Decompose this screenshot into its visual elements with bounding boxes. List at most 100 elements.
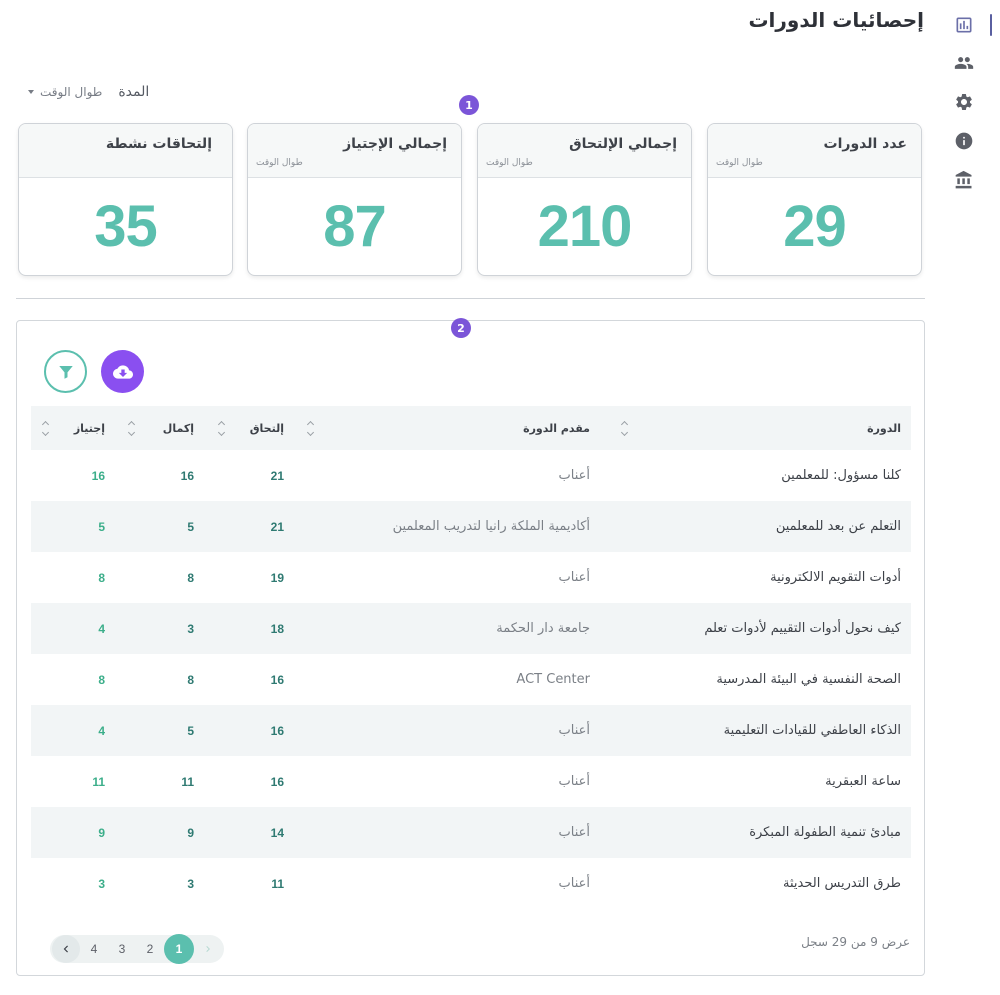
table-row[interactable]: أدوات التقويم الالكترونية أعناب 19 8 8 [31,552,911,603]
table-header: الدورة مقدم الدورة إلتحاق إكمال إجتياز [31,406,911,450]
course-name: ساعة العبقرية [825,774,901,789]
course-provider: أعناب [558,570,591,585]
page-3[interactable]: 3 [108,935,136,963]
course-provider: أعناب [558,468,591,483]
people-icon [954,57,974,69]
passed-count: 16 [91,468,105,483]
courses-table-panel: الدورة مقدم الدورة إلتحاق إكمال إجتياز ك… [16,320,925,976]
col-passed-label: إجتياز [73,421,105,435]
side-nav [928,0,1000,995]
enrolled-count: 16 [270,774,284,789]
col-completed: إكمال [163,406,194,450]
completed-count: 9 [187,825,194,840]
table-row[interactable]: كيف نحول أدوات التقييم لأدوات تعلم جامعة… [31,603,911,654]
card-subtitle: طوال الوقت [716,158,763,168]
page-4[interactable]: 4 [80,935,108,963]
card-title: إجمالي الإجتياز [343,136,447,152]
nav-settings[interactable] [948,86,980,118]
col-passed-sort[interactable] [40,406,50,450]
cloud-download-icon [112,364,133,379]
bar-chart-icon [956,17,972,33]
col-provider: مقدم الدورة [523,406,590,450]
completed-count: 8 [187,672,194,687]
nav-info[interactable] [948,125,980,157]
completed-count: 8 [187,570,194,585]
enrolled-count: 16 [270,723,284,738]
passed-count: 11 [92,774,105,789]
card-header: إجمالي الإلتحاق طوال الوقت [478,124,691,178]
card-value: 87 [323,194,387,259]
course-provider: جامعة دار الحكمة [496,621,590,636]
nav-users[interactable] [948,47,980,79]
completed-count: 11 [181,774,194,789]
course-provider: ACT Center [516,672,590,687]
card-title: إجمالي الإلتحاق [569,136,677,152]
table-row[interactable]: ساعة العبقرية أعناب 16 11 11 [31,756,911,807]
col-enrolled-label: إلتحاق [249,421,284,435]
passed-count: 9 [98,825,105,840]
course-name: طرق التدريس الحديثة [783,876,901,891]
sort-icon [619,420,629,436]
col-course: الدورة [867,406,901,450]
table-row[interactable]: الذكاء العاطفي للقيادات التعليمية أعناب … [31,705,911,756]
card-subtitle: طوال الوقت [256,158,303,168]
records-summary: عرض 9 من 29 سجل [801,935,910,949]
gear-icon [956,94,972,110]
period-label: المدة [118,84,150,100]
next-page-button[interactable] [52,935,80,963]
prev-page-button[interactable] [194,935,222,963]
sort-icon [305,420,315,436]
sort-icon [40,420,50,436]
chevron-right-icon [206,946,210,952]
sort-icon [216,420,226,436]
col-completed-sort[interactable] [126,406,136,450]
download-button[interactable] [101,350,144,393]
col-course-sort[interactable] [619,406,629,450]
nav-statistics[interactable] [948,9,980,41]
info-icon [955,132,973,150]
completed-count: 3 [187,876,194,891]
enrolled-count: 21 [270,519,284,534]
course-provider: أعناب [558,825,591,840]
period-value: طوال الوقت [40,85,103,99]
card-value: 29 [783,194,847,259]
active-indicator [990,14,992,36]
table-row[interactable]: كلنا مسؤول: للمعلمين أعناب 21 16 16 [31,450,911,501]
card-header: إجمالي الإجتياز طوال الوقت [248,124,461,178]
section-divider [16,298,925,299]
table-row[interactable]: الصحة النفسية في البيئة المدرسية ACT Cen… [31,654,911,705]
step-badge-2: 2 [451,318,471,338]
filter-icon [58,365,73,379]
card-value: 210 [537,194,633,259]
filter-button[interactable] [44,350,87,393]
period-select[interactable]: طوال الوقت [28,85,102,99]
completed-count: 3 [187,621,194,636]
col-completed-label: إكمال [162,421,194,435]
chevron-left-icon [63,945,68,953]
table-row[interactable]: مبادئ تنمية الطفولة المبكرة أعناب 14 9 9 [31,807,911,858]
completed-count: 5 [187,723,194,738]
step-badge-1: 1 [459,95,479,115]
col-provider-label: مقدم الدورة [523,421,590,435]
stat-card-courses: عدد الدورات طوال الوقت 29 [707,123,922,276]
col-course-label: الدورة [867,421,901,435]
course-provider: أعناب [558,774,591,789]
course-name: كلنا مسؤول: للمعلمين [781,468,901,483]
sort-icon [126,420,136,436]
passed-count: 4 [98,723,105,738]
completed-count: 5 [187,519,194,534]
stat-card-enrollments: إجمالي الإلتحاق طوال الوقت 210 [477,123,692,276]
nav-institution[interactable] [948,164,980,196]
card-title: إلتحاقات نشطة [105,136,212,152]
table-row[interactable]: التعلم عن بعد للمعلمين أكاديمية الملكة ر… [31,501,911,552]
page-1-current[interactable]: 1 [164,934,194,964]
table-row[interactable]: طرق التدريس الحديثة أعناب 11 3 3 [31,858,911,909]
passed-count: 5 [98,519,105,534]
page-2[interactable]: 2 [136,935,164,963]
page-title: إحصائيات الدورات [748,8,924,32]
course-provider: أعناب [558,876,591,891]
col-provider-sort[interactable] [305,406,315,450]
card-title: عدد الدورات [823,136,907,152]
bank-icon [955,170,972,189]
col-enrolled-sort[interactable] [216,406,226,450]
